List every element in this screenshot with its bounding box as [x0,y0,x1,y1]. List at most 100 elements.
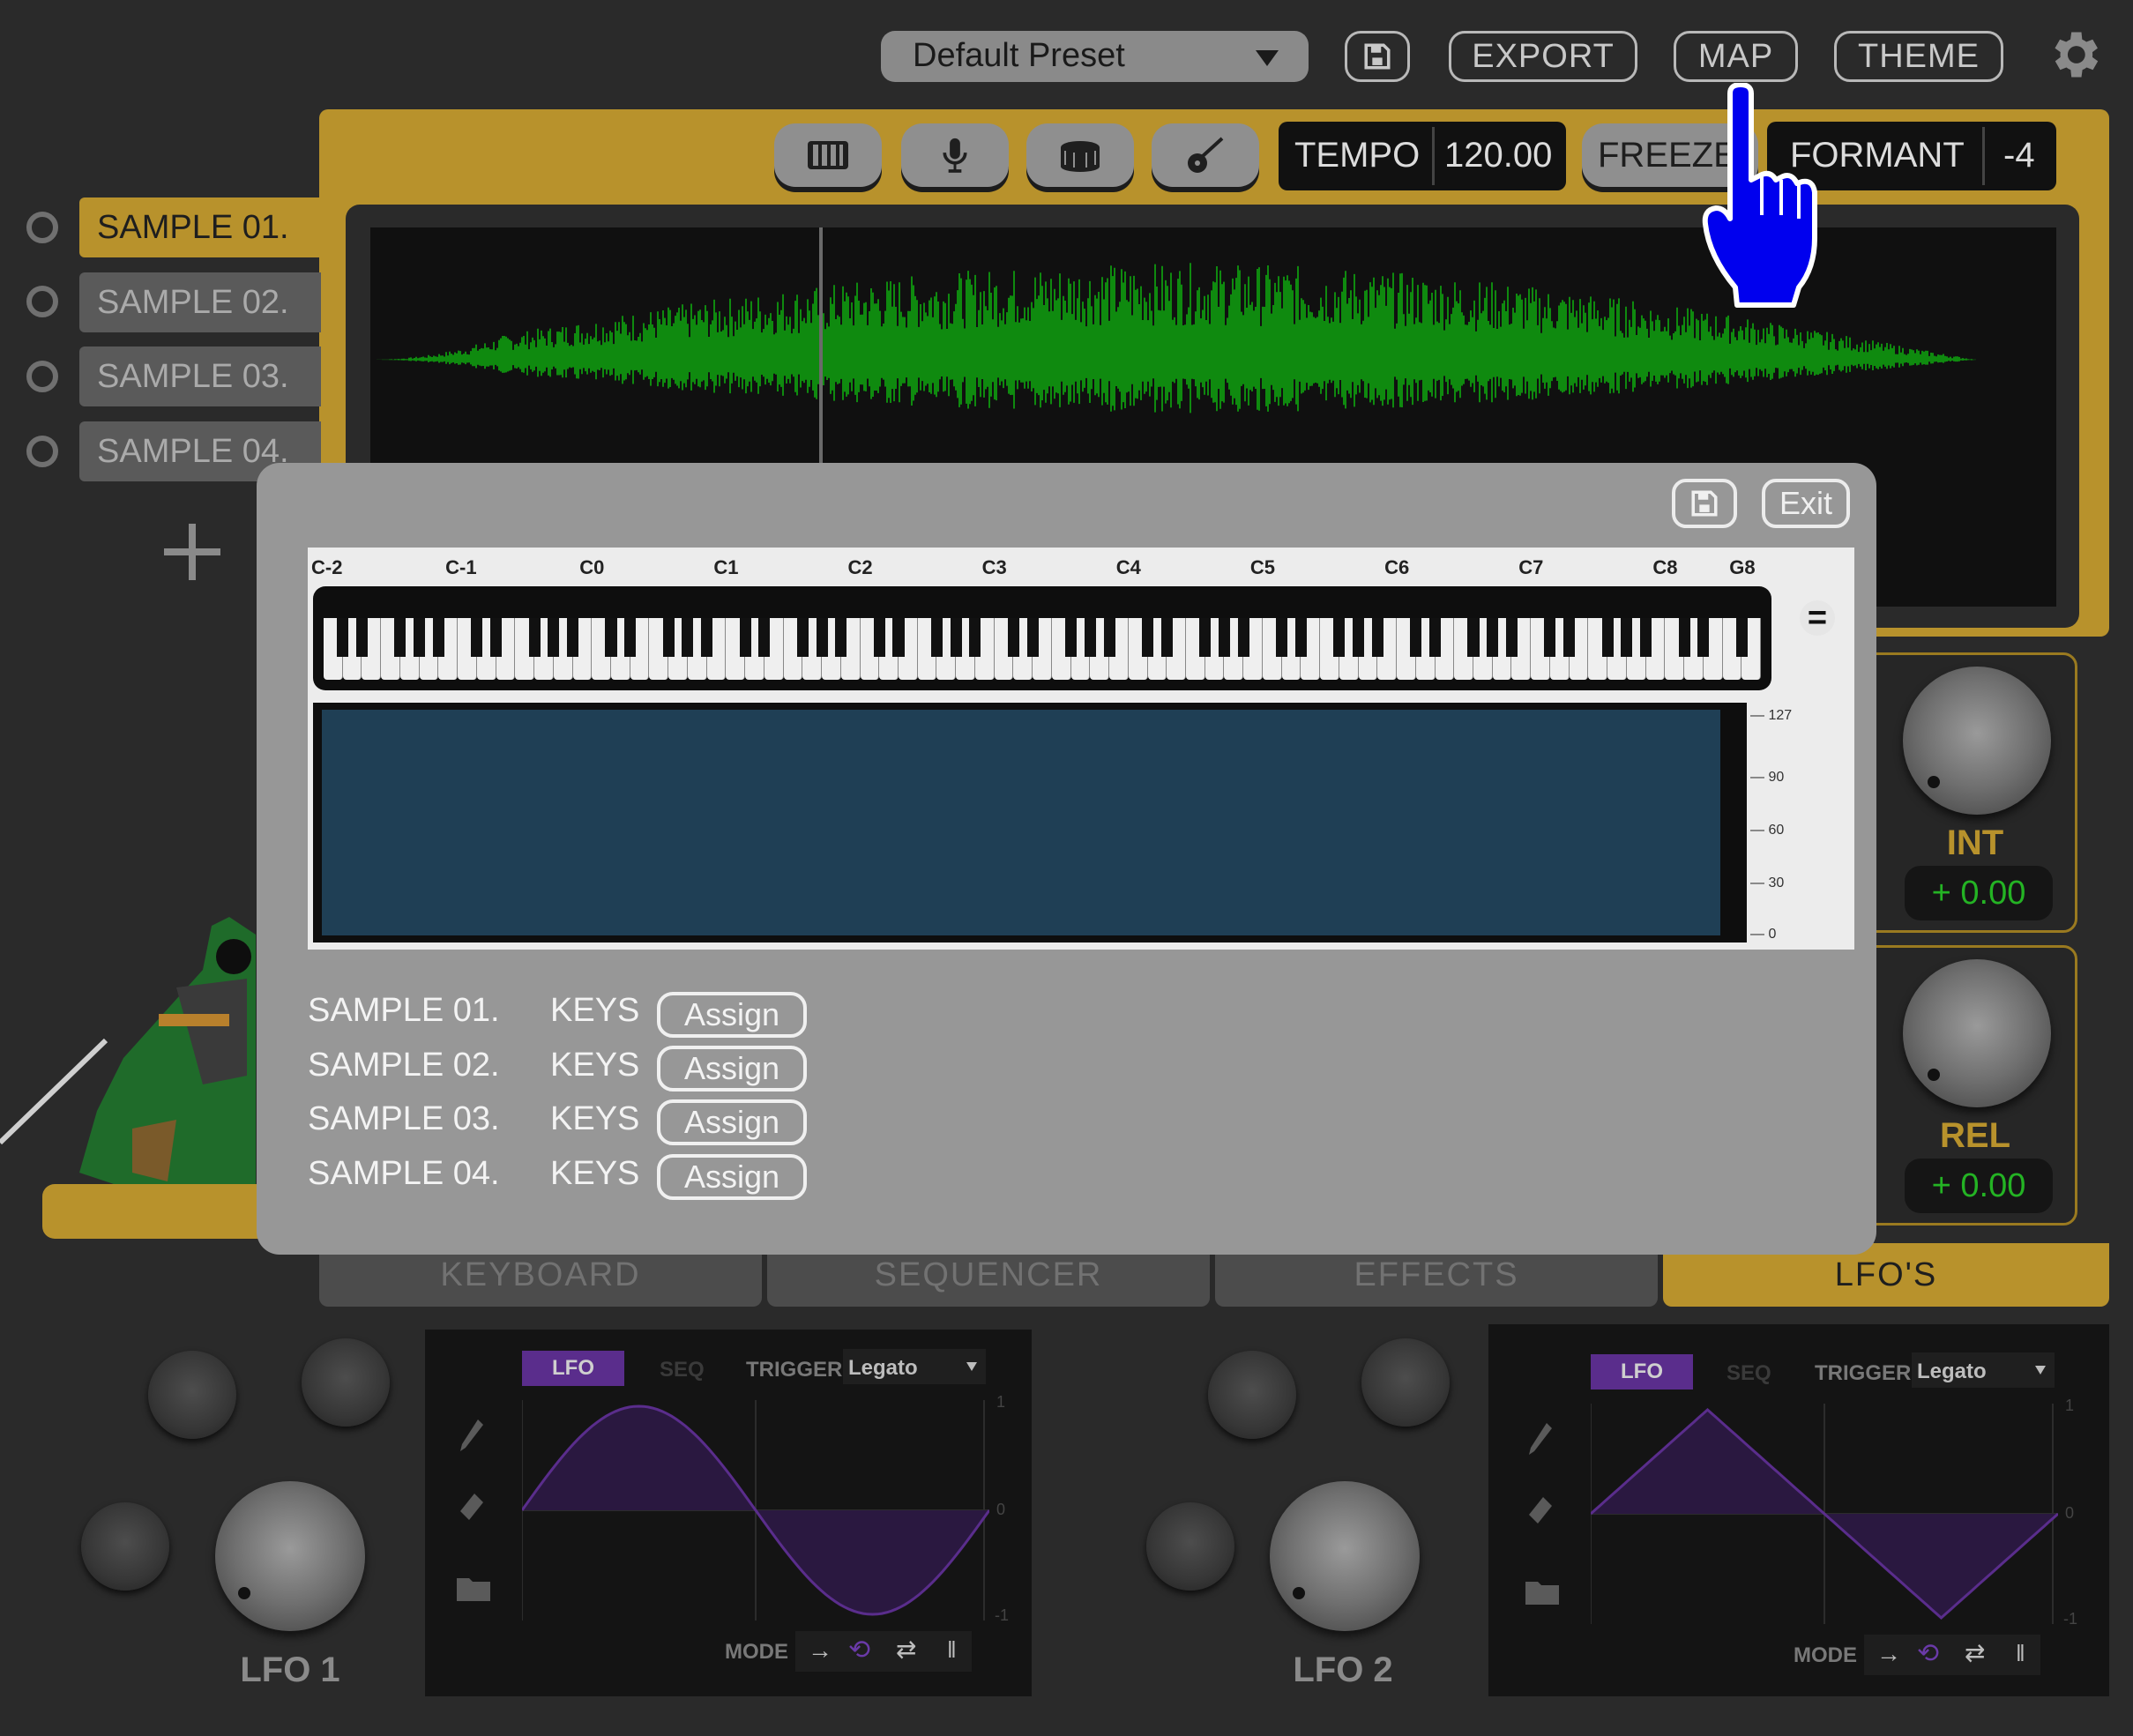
lfo2-main-knob[interactable] [1270,1481,1420,1631]
power-icon[interactable] [26,286,58,317]
int-value[interactable]: + 0.00 [1905,866,2053,920]
assign-button[interactable]: Assign [657,992,807,1038]
piano-black-key[interactable] [835,618,847,657]
eraser-icon[interactable] [1527,1494,1554,1529]
piano-black-key[interactable] [1007,618,1019,657]
folder-icon[interactable] [1525,1578,1559,1605]
mode-voice-button[interactable] [901,123,1009,187]
piano-black-key[interactable] [605,618,617,657]
piano-black-key[interactable] [1237,618,1249,657]
piano-black-key[interactable] [1276,618,1288,657]
piano-black-key[interactable] [873,618,885,657]
lfo1-knob-c[interactable] [81,1502,169,1591]
sample-tab-03[interactable]: SAMPLE 03. [79,346,321,406]
lfo1-main-knob[interactable] [215,1481,365,1631]
piano-black-key[interactable] [1544,618,1556,657]
piano-black-key[interactable] [758,618,771,657]
piano-black-key[interactable] [1218,618,1230,657]
piano-black-key[interactable] [1294,618,1307,657]
piano-black-key[interactable] [394,618,406,657]
one-shot-icon[interactable]: → [1876,1640,1901,1668]
map-button[interactable]: MAP [1674,31,1798,82]
save-button[interactable] [1345,31,1410,82]
lfo2-waveform[interactable] [1591,1404,2058,1624]
piano-black-key[interactable] [662,618,675,657]
piano-black-key[interactable] [432,618,444,657]
rel-knob[interactable] [1903,959,2051,1107]
piano-black-key[interactable] [816,618,828,657]
piano-black-key[interactable] [1353,618,1365,657]
lfo1-knob-a[interactable] [148,1351,236,1439]
piano-black-key[interactable] [1084,618,1096,657]
piano-black-key[interactable] [567,618,579,657]
mode-keys-button[interactable] [774,123,882,187]
piano-black-key[interactable] [414,618,426,657]
velocity-zone[interactable] [322,710,1720,935]
piano-black-key[interactable] [1026,618,1039,657]
piano-keys[interactable] [324,618,1761,680]
piano-black-key[interactable] [1621,618,1633,657]
equals-icon[interactable]: = [1800,600,1835,637]
piano-black-key[interactable] [950,618,962,657]
piano-black-key[interactable] [471,618,483,657]
piano-black-key[interactable] [1429,618,1442,657]
piano-black-key[interactable] [1563,618,1576,657]
mode-drums-button[interactable] [1026,123,1134,187]
ping-pong-icon[interactable]: ⇄ [896,1635,916,1664]
pencil-icon[interactable] [459,1418,485,1453]
piano-black-key[interactable] [1601,618,1614,657]
piano-black-key[interactable] [548,618,560,657]
pause-icon[interactable]: ‖ [2016,1640,2025,1667]
loop-icon[interactable]: ⟲ [848,1635,870,1665]
piano-black-key[interactable] [337,618,349,657]
piano-black-key[interactable] [701,618,713,657]
lfo1-trigger-select[interactable]: Legato [843,1349,986,1384]
power-icon[interactable] [26,436,58,467]
piano-black-key[interactable] [1735,618,1748,657]
piano-black-key[interactable] [1199,618,1212,657]
lfo2-knob-a[interactable] [1208,1351,1296,1439]
gear-icon[interactable] [2044,25,2104,85]
lfo2-tab-seq[interactable]: SEQ [1727,1361,1771,1386]
piano-black-key[interactable] [355,618,368,657]
piano-black-key[interactable] [1371,618,1383,657]
piano-black-key[interactable] [528,618,541,657]
assign-button[interactable]: Assign [657,1099,807,1145]
piano-black-key[interactable] [1505,618,1518,657]
export-button[interactable]: EXPORT [1449,31,1637,82]
int-knob[interactable] [1903,667,2051,815]
pencil-icon[interactable] [1527,1421,1554,1457]
lfo1-tab-lfo[interactable]: LFO [522,1351,624,1386]
ping-pong-icon[interactable]: ⇄ [1965,1638,1985,1667]
power-icon[interactable] [26,361,58,392]
piano-black-key[interactable] [796,618,809,657]
eraser-icon[interactable] [459,1490,485,1525]
one-shot-icon[interactable]: → [808,1636,832,1665]
assign-button[interactable]: Assign [657,1046,807,1092]
lfo1-knob-b[interactable] [302,1338,390,1427]
sample-tab-02[interactable]: SAMPLE 02. [79,272,321,332]
piano-black-key[interactable] [490,618,503,657]
piano-black-key[interactable] [1678,618,1690,657]
piano-black-key[interactable] [1410,618,1422,657]
lfo2-knob-c[interactable] [1146,1502,1234,1591]
piano-black-key[interactable] [1160,618,1173,657]
pause-icon[interactable]: ‖ [947,1636,957,1664]
preset-dropdown[interactable]: Default Preset [881,31,1309,82]
modal-save-button[interactable] [1672,479,1737,528]
piano-black-key[interactable] [1142,618,1154,657]
lfo2-trigger-select[interactable]: Legato [1912,1352,2055,1388]
piano-black-key[interactable] [682,618,694,657]
velocity-zone-area[interactable] [313,703,1747,943]
piano-black-key[interactable] [624,618,637,657]
piano-black-key[interactable] [1065,618,1078,657]
piano-black-key[interactable] [1697,618,1710,657]
lfo2-knob-b[interactable] [1361,1338,1450,1427]
piano-black-key[interactable] [930,618,943,657]
piano-keyboard[interactable] [313,586,1771,690]
lfo2-tab-lfo[interactable]: LFO [1591,1354,1693,1390]
piano-black-key[interactable] [1103,618,1115,657]
lfo1-waveform[interactable] [522,1400,989,1621]
rel-value[interactable]: + 0.00 [1905,1159,2053,1213]
piano-black-key[interactable] [739,618,751,657]
